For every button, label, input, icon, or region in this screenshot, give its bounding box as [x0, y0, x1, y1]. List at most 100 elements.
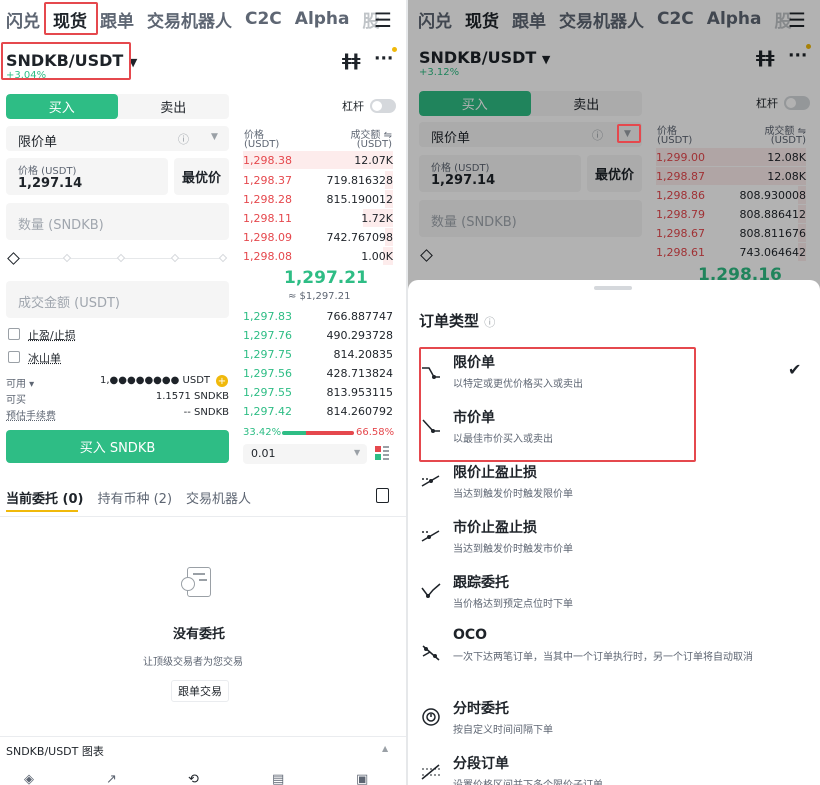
orders-tabs: 当前委托 (0) 持有币种 (2) 交易机器人 — [6, 488, 265, 507]
bid-amount: 813.953115 — [326, 385, 393, 399]
price-label: 价格 (USDT) — [18, 166, 77, 177]
active-tab-underline — [6, 510, 78, 512]
quantity-placeholder: 数量 (SNDKB) — [18, 218, 104, 233]
trade-icon[interactable]: ⟲ — [188, 772, 199, 785]
bid-price: 1,297.55 — [243, 385, 292, 399]
menu-icon[interactable]: ☰ — [374, 8, 392, 32]
ask-row[interactable]: 1,298.28 815.190012 — [243, 190, 393, 208]
nav-c2c[interactable]: C2C — [245, 9, 282, 29]
buy-ratio: 33.42% — [243, 427, 282, 438]
bid-price: 1,297.42 — [243, 404, 292, 418]
caret-down-icon[interactable]: ▼ — [211, 132, 218, 142]
option-desc: 当达到触发价时触发限价单 — [453, 489, 573, 500]
trailing-stop-icon — [421, 583, 441, 598]
candlestick-icon[interactable]: ǂǂ — [342, 51, 361, 71]
futures-icon[interactable]: ▤ — [272, 772, 284, 785]
nav-alpha[interactable]: Alpha — [295, 9, 350, 29]
limit-order-icon — [422, 367, 440, 379]
info-icon[interactable]: ⓘ — [484, 316, 495, 329]
copy-trading-button[interactable]: 跟单交易 — [171, 680, 229, 702]
ask-row[interactable]: 1,298.37 719.816328 — [243, 171, 393, 189]
tab-holdings[interactable]: 持有币种 (2) — [97, 488, 172, 507]
sell-tab[interactable]: 卖出 — [118, 94, 230, 119]
last-price: 1,297.21 — [284, 268, 368, 288]
caret-down-icon: ▼ — [354, 448, 361, 457]
ratio-bar — [282, 431, 354, 435]
ratio-buy-fill — [282, 431, 306, 435]
highlight-box — [44, 2, 98, 35]
option-desc: 当价格达到预定点位时下单 — [453, 599, 573, 610]
bid-row[interactable]: 1,297.56 428.713824 — [243, 364, 393, 382]
add-funds-icon[interactable]: + — [216, 375, 228, 387]
slider-handle[interactable] — [7, 252, 20, 265]
ask-amount: 742.767098 — [326, 230, 393, 244]
nav-copy[interactable]: 跟单 — [100, 7, 134, 32]
option-desc: 以最佳市价买入或卖出 — [453, 434, 553, 445]
option-title: 限价止盈止损 — [453, 465, 537, 481]
home-icon[interactable]: ◈ — [24, 772, 34, 785]
available-value: 1,●●●●●●●● USDT — [100, 375, 210, 386]
nav-bots[interactable]: 交易机器人 — [147, 7, 232, 32]
chart-bar-title[interactable]: SNDKB/USDT 图表 — [6, 743, 104, 759]
available-text: 可用 — [6, 379, 26, 390]
tab-open-orders[interactable]: 当前委托 (0) — [6, 488, 83, 507]
order-history-icon[interactable] — [376, 488, 389, 503]
option-title: 分时委托 — [453, 701, 509, 717]
amount-slider[interactable] — [6, 252, 229, 266]
bid-row[interactable]: 1,297.76 490.293728 — [243, 326, 393, 344]
ob-price-unit: (USDT) — [244, 139, 280, 150]
buy-tab[interactable]: 买入 — [6, 94, 118, 119]
caret-up-icon[interactable]: ▲ — [382, 744, 388, 753]
option-title: OCO — [453, 627, 488, 643]
option-desc: 以特定或更优价格买入或卖出 — [453, 379, 583, 390]
ask-row[interactable]: 1,298.11 1.72K — [243, 209, 393, 227]
precision-value: 0.01 — [251, 447, 276, 460]
selected-check-icon: ✔ — [788, 360, 802, 379]
stop-market-icon — [421, 530, 440, 542]
ask-price: 1,298.09 — [243, 230, 292, 244]
buyable-label: 可买 — [6, 395, 26, 406]
tpsl-checkbox[interactable] — [8, 328, 20, 340]
nav-flash[interactable]: 闪兑 — [6, 7, 40, 32]
option-title: 市价单 — [453, 410, 495, 426]
order-type-sheet: 订单类型 ⓘ 限价单 以特定或更优价格买入或卖出 ✔ 市价单 以最佳市价买入或卖… — [408, 280, 820, 785]
ask-row[interactable]: 1,298.08 1.00K — [243, 247, 393, 265]
ask-row[interactable]: 1,298.38 12.07K — [243, 151, 393, 169]
bid-row[interactable]: 1,297.55 813.953115 — [243, 383, 393, 401]
leverage-toggle[interactable]: 杠杆 — [342, 98, 396, 114]
more-icon[interactable]: ··· — [374, 49, 393, 69]
sheet-grabber[interactable] — [594, 286, 632, 290]
divider — [0, 736, 406, 737]
bid-price: 1,297.56 — [243, 366, 292, 380]
sheet-title-text: 订单类型 — [419, 312, 480, 330]
last-price-fiat: ≈ $1,297.21 — [288, 291, 351, 302]
bid-amount: 428.713824 — [326, 366, 393, 380]
tpsl-label: 止盈/止损 — [28, 329, 76, 342]
tab-bots[interactable]: 交易机器人 — [186, 488, 251, 507]
markets-icon[interactable]: ↗ — [106, 772, 117, 785]
bid-row[interactable]: 1,297.42 814.260792 — [243, 402, 393, 420]
scaled-order-icon — [421, 764, 440, 780]
orderbook-layout-icon[interactable] — [375, 446, 389, 460]
buy-button[interactable]: 买入 SNDKB — [6, 430, 229, 463]
ask-price: 1,298.08 — [243, 249, 292, 263]
info-icon[interactable]: ⓘ — [178, 131, 189, 147]
ask-price: 1,298.28 — [243, 192, 292, 206]
ask-amount: 719.816328 — [326, 173, 393, 187]
ask-row[interactable]: 1,298.09 742.767098 — [243, 228, 393, 246]
bid-row[interactable]: 1,297.83 766.887747 — [243, 307, 393, 325]
assets-icon[interactable]: ▣ — [356, 772, 368, 785]
iceberg-checkbox[interactable] — [8, 351, 20, 363]
ask-amount: 1.72K — [361, 211, 393, 225]
ask-amount: 1.00K — [361, 249, 393, 263]
bid-amount: 490.293728 — [326, 328, 393, 342]
ask-price: 1,298.38 — [243, 153, 292, 167]
bid-row[interactable]: 1,297.75 814.20835 — [243, 345, 393, 363]
twap-clock-icon — [422, 708, 440, 726]
buyable-value: 1.1571 SNDKB — [155, 391, 229, 402]
option-title: 限价单 — [453, 355, 495, 371]
toggle-switch[interactable] — [370, 99, 396, 113]
best-price-button[interactable]: 最优价 — [174, 158, 229, 195]
option-title: 市价止盈止损 — [453, 520, 537, 536]
market-order-icon — [422, 419, 440, 433]
